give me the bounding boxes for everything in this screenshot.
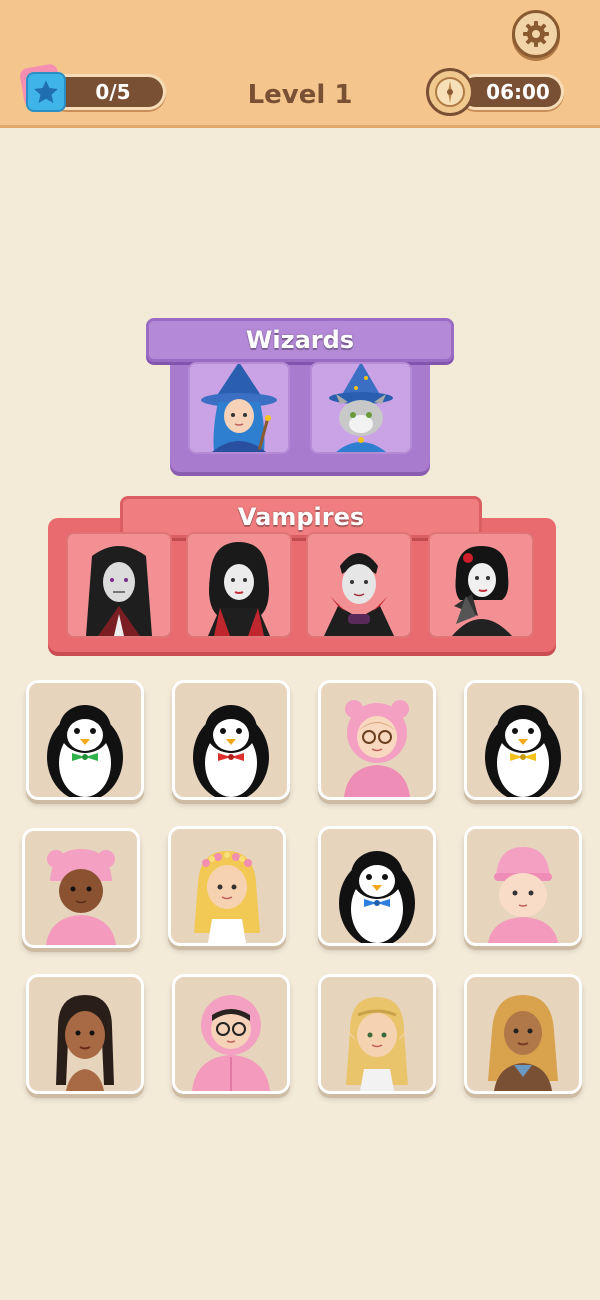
wizard-girl-slot[interactable] xyxy=(188,362,290,454)
tile-girl-pink-bear-hood-glasses[interactable] xyxy=(318,680,436,800)
penguin-yellow-bowtie-icon xyxy=(485,705,561,797)
braids-girl-icon xyxy=(56,995,114,1091)
wizard-cat-slot[interactable] xyxy=(310,362,412,454)
vampire-woman-icon xyxy=(208,542,270,636)
baby-pink-beanie-icon xyxy=(488,847,558,943)
tile-penguin-yellow-bowtie[interactable] xyxy=(464,680,582,800)
vampire-lady-with-fan-slot[interactable] xyxy=(428,532,534,638)
vampire-classic-slot[interactable] xyxy=(306,532,412,638)
star-badge xyxy=(18,63,70,114)
level-title: Level 1 xyxy=(247,80,353,110)
wizard-girl-icon xyxy=(201,364,277,452)
tile-penguin-blue-bowtie[interactable] xyxy=(318,826,436,946)
settings-button[interactable] xyxy=(512,10,560,58)
timer-text: 06:00 xyxy=(486,80,550,104)
girl-pink-bear-hood-glasses-icon xyxy=(344,700,410,797)
vampire-classic-icon xyxy=(324,553,394,636)
stars-progress-text: 0/5 xyxy=(95,80,131,104)
vampire-woman-slot[interactable] xyxy=(186,532,292,638)
tile-girl-pink-bear-hat[interactable] xyxy=(22,828,140,948)
tile-flower-crown-girl[interactable] xyxy=(168,826,286,946)
category-vampires: Vampires xyxy=(48,496,556,656)
category-wizards-title: Wizards xyxy=(245,326,355,354)
category-wizards-label: Wizards xyxy=(146,318,454,362)
boy-pink-hoodie-glasses-icon xyxy=(192,995,270,1091)
gear-icon xyxy=(523,21,549,47)
category-vampires-title: Vampires xyxy=(237,503,365,531)
star-card xyxy=(26,72,66,112)
clock-icon xyxy=(435,77,465,107)
tile-elf-girl[interactable] xyxy=(318,974,436,1094)
tile-boy-pink-hoodie-glasses[interactable] xyxy=(172,974,290,1094)
tile-baby-pink-beanie[interactable] xyxy=(464,826,582,946)
vampire-long-hair-icon xyxy=(86,546,152,636)
category-vampires-label: Vampires xyxy=(120,496,482,538)
penguin-blue-bowtie-icon xyxy=(339,851,415,943)
vampire-long-hair-slot[interactable] xyxy=(66,532,172,638)
clock-badge xyxy=(426,68,474,116)
category-wizards: Wizards xyxy=(146,318,454,474)
star-icon xyxy=(34,80,58,103)
tile-braids-girl[interactable] xyxy=(26,974,144,1094)
girl-pink-bear-hat-icon xyxy=(46,849,116,945)
elf-girl-icon xyxy=(340,997,414,1091)
penguin-green-bowtie-icon xyxy=(47,705,123,797)
flower-crown-girl-icon xyxy=(194,851,260,943)
vampire-lady-with-fan-icon xyxy=(452,546,512,636)
braided-woman-icon xyxy=(488,995,558,1091)
wizard-cat-icon xyxy=(329,364,393,452)
tile-penguin-green-bowtie[interactable] xyxy=(26,680,144,800)
penguin-red-bowtie-icon xyxy=(193,705,269,797)
tile-penguin-red-bowtie[interactable] xyxy=(172,680,290,800)
tile-braided-woman[interactable] xyxy=(464,974,582,1094)
